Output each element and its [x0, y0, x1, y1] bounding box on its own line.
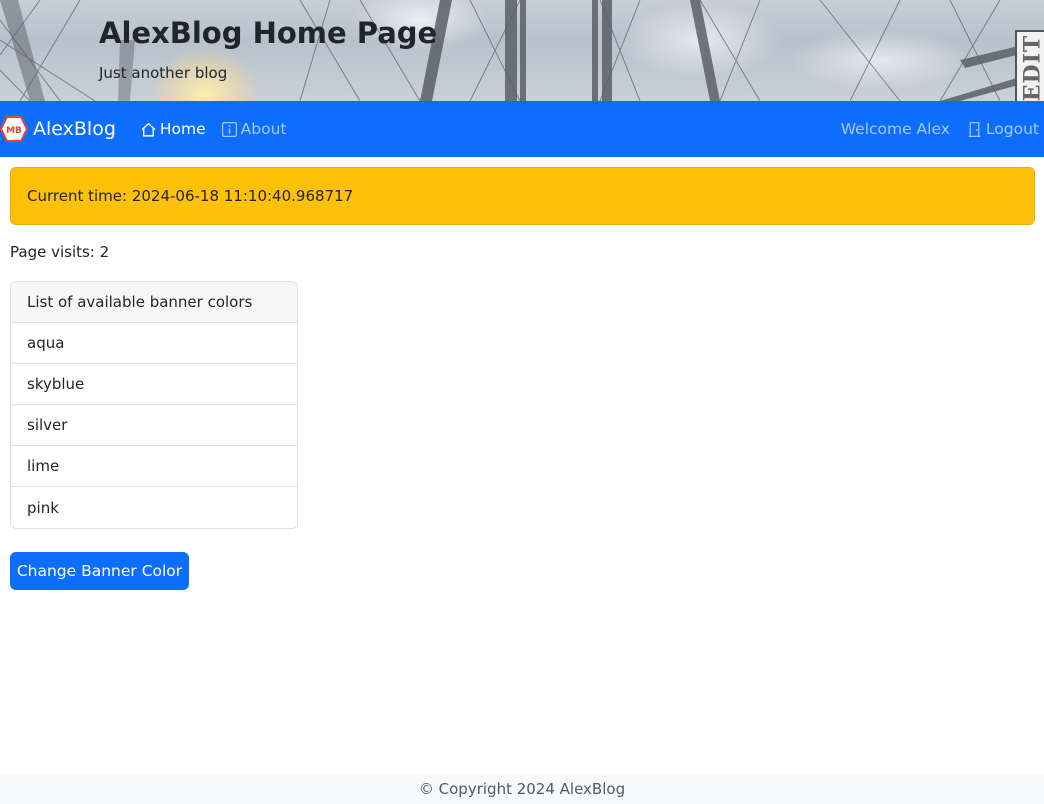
edit-badge[interactable]: EDIT — [1015, 30, 1044, 106]
house-icon — [141, 122, 156, 137]
edit-badge-label: EDIT — [1019, 34, 1044, 102]
nav-home-link[interactable]: Home — [140, 101, 206, 157]
copyright-text: © Copyright 2024 AlexBlog — [418, 780, 626, 798]
page-title: AlexBlog Home Page — [99, 16, 438, 50]
current-time-text: Current time: 2024-06-18 11:10:40.968717 — [27, 187, 354, 205]
page-subtitle: Just another blog — [99, 64, 228, 82]
list-item: silver — [11, 405, 297, 446]
info-square-icon — [221, 121, 237, 137]
logout-label: Logout — [985, 120, 1039, 138]
door-icon — [968, 121, 981, 137]
nav-about-link[interactable]: About — [221, 101, 287, 157]
nav-right-group: Welcome Alex Logout — [841, 101, 1044, 157]
brand-name: AlexBlog — [33, 118, 116, 140]
navbar: MB AlexBlog Home About Welcome Alex Logo… — [0, 101, 1044, 157]
list-item: pink — [27, 498, 59, 517]
header-banner: AlexBlog Home Page Just another blog — [0, 0, 1044, 101]
change-banner-color-button[interactable]: Change Banner Color — [10, 552, 189, 590]
brand-link[interactable]: MB AlexBlog — [0, 101, 116, 157]
nav-about-label: About — [240, 120, 287, 138]
list-item: lime — [11, 446, 297, 487]
welcome-link[interactable]: Welcome Alex — [841, 120, 950, 138]
banner-colors-list: List of available banner colors aqua sky… — [10, 281, 298, 529]
footer: © Copyright 2024 AlexBlog — [0, 774, 1044, 804]
logout-link[interactable]: Logout — [966, 101, 1039, 157]
nav-home-label: Home — [159, 120, 206, 138]
page-visits-text: Page visits: 2 — [10, 243, 110, 261]
brand-logo-text: MB — [6, 126, 22, 136]
brand-logo-icon: MB — [0, 116, 28, 142]
list-item: skyblue — [11, 364, 297, 405]
list-item: aqua — [11, 323, 297, 364]
current-time-alert: Current time: 2024-06-18 11:10:40.968717 — [10, 167, 1035, 225]
banner-colors-list-header: List of available banner colors — [11, 282, 297, 323]
